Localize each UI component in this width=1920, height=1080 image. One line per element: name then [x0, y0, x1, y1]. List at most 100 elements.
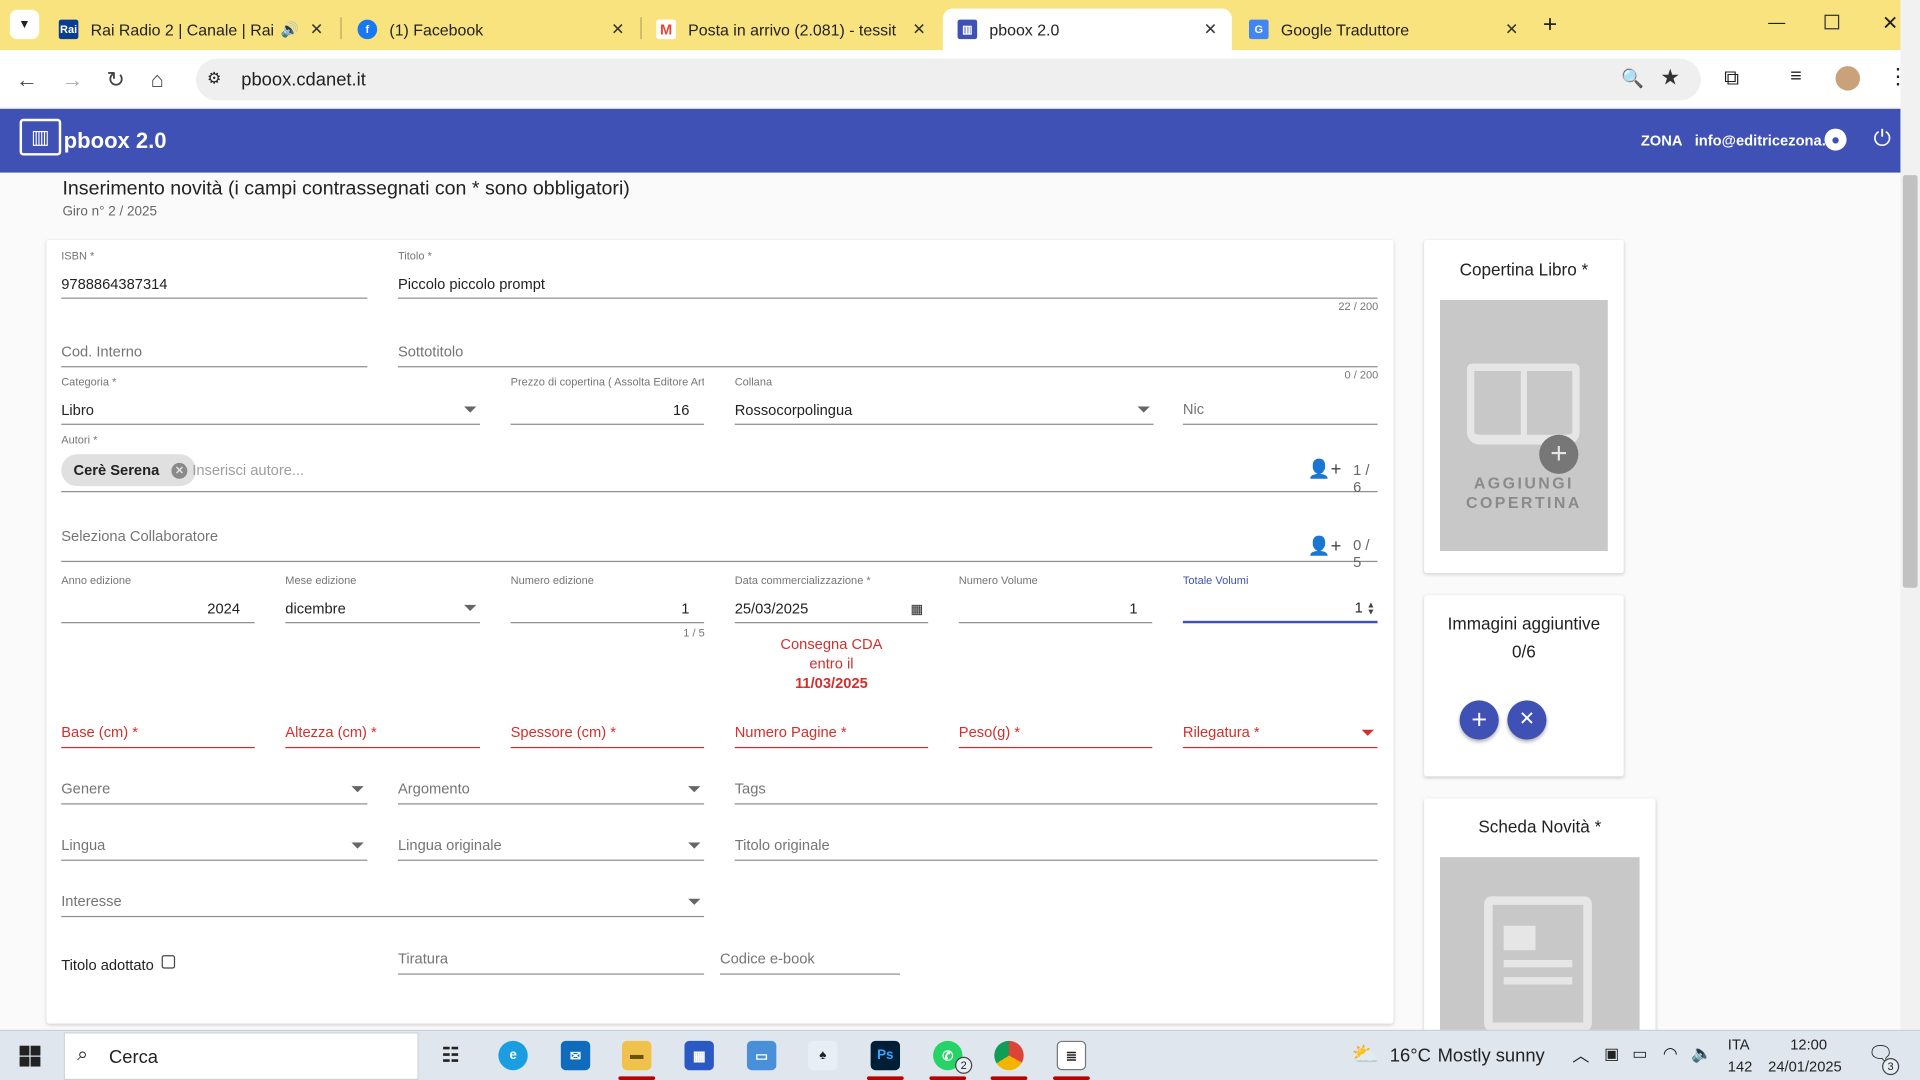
- titolo-field[interactable]: Titolo * Piccolo piccolo prompt: [397, 250, 1378, 299]
- weather-icon[interactable]: ⛅: [1352, 1042, 1379, 1068]
- forward-icon[interactable]: →: [61, 67, 83, 91]
- back-icon[interactable]: ←: [16, 67, 38, 91]
- tiratura-field[interactable]: Tiratura: [397, 926, 705, 975]
- calendar-icon[interactable]: ▦: [911, 601, 924, 617]
- tab-rai[interactable]: Rai Rai Radio 2 | Canale | RaiPla 🔊 ✕: [44, 9, 338, 51]
- close-icon[interactable]: ✕: [912, 20, 925, 40]
- extensions-icon[interactable]: ⧉: [1724, 66, 1739, 90]
- pboox-logo[interactable]: ▥: [19, 118, 62, 156]
- site-info-icon[interactable]: ⚙: [207, 69, 221, 89]
- weather-temp[interactable]: 16°C: [1390, 1046, 1431, 1067]
- data-commercializzazione-field[interactable]: Data commercializzazione * 25/03/2025 ▦: [734, 574, 929, 624]
- tags-field[interactable]: Tags: [734, 756, 1378, 805]
- control-panel-icon[interactable]: ▭: [746, 1040, 777, 1071]
- new-tab-button[interactable]: +: [1543, 11, 1557, 38]
- collaboratore-field[interactable]: Seleziona Collaboratore 👤+ 0 / 5: [61, 511, 1378, 571]
- argomento-select[interactable]: Argomento: [397, 756, 705, 805]
- wifi-icon[interactable]: ◠: [1663, 1043, 1678, 1064]
- close-icon[interactable]: ✕: [611, 20, 624, 40]
- minimize-button[interactable]: —: [1768, 12, 1785, 32]
- speaker-icon[interactable]: 🔊: [280, 21, 298, 38]
- windows-start-icon[interactable]: [19, 1045, 41, 1067]
- close-window-button[interactable]: ✕: [1882, 11, 1898, 35]
- meet-icon[interactable]: ▣: [1604, 1044, 1619, 1064]
- remove-chip-icon[interactable]: ✕: [171, 462, 188, 479]
- add-scheda-area[interactable]: [1440, 857, 1640, 1041]
- stepper-icon[interactable]: ▲ ▼: [1367, 601, 1375, 617]
- close-icon[interactable]: ✕: [1505, 20, 1518, 40]
- home-icon[interactable]: ⌂: [151, 67, 164, 91]
- author-input[interactable]: Inserisci autore...: [192, 462, 304, 479]
- tab-pboox[interactable]: ▥ pboox 2.0 ✕: [942, 8, 1232, 51]
- page-scrollbar[interactable]: [1900, 172, 1920, 1030]
- sottotitolo-field[interactable]: Sottotitolo: [397, 318, 1378, 368]
- tab-facebook[interactable]: f (1) Facebook ✕: [343, 9, 639, 51]
- genere-select[interactable]: Genere: [61, 756, 368, 805]
- rilegatura-select[interactable]: Rilegatura *: [1182, 699, 1378, 749]
- volume-icon[interactable]: 🔈: [1691, 1043, 1712, 1064]
- isbn-field[interactable]: ISBN * 9788864387314: [61, 250, 368, 299]
- totale-volumi-field[interactable]: Totale Volumi 1 ▲ ▼: [1182, 574, 1378, 624]
- zoom-icon[interactable]: 🔍: [1621, 67, 1644, 90]
- spessore-field[interactable]: Spessore (cm) *: [510, 699, 705, 749]
- add-person-icon[interactable]: 👤+: [1308, 535, 1342, 557]
- remove-images-button[interactable]: ✕: [1507, 700, 1547, 740]
- star-icon[interactable]: ★: [1660, 65, 1680, 91]
- profile-avatar[interactable]: [1835, 66, 1861, 91]
- taskbar-search[interactable]: ⌕ Cerca: [63, 1032, 419, 1080]
- taskbar-search-placeholder: Cerca: [108, 1046, 158, 1068]
- task-view-icon[interactable]: ☷: [436, 1041, 465, 1070]
- mese-edizione-select[interactable]: Mese edizione dicembre: [285, 574, 481, 624]
- mail-icon[interactable]: ✉: [560, 1040, 591, 1071]
- altezza-field[interactable]: Altezza (cm) *: [285, 699, 481, 749]
- numero-pagine-field[interactable]: Numero Pagine *: [734, 699, 929, 749]
- media-icon[interactable]: ≡: [1790, 66, 1801, 88]
- add-person-icon[interactable]: 👤+: [1308, 458, 1342, 480]
- nic-field[interactable]: Nic: [1182, 376, 1378, 425]
- add-image-button[interactable]: +: [1459, 700, 1499, 740]
- clock-date[interactable]: 24/01/2025: [1768, 1058, 1842, 1075]
- cod-interno-field[interactable]: Cod. Interno: [61, 318, 368, 368]
- photoshop-icon[interactable]: Ps: [870, 1040, 901, 1071]
- notepad-icon[interactable]: ≣: [1056, 1040, 1087, 1071]
- prezzo-field[interactable]: Prezzo di copertina ( Assolta Editore Ar…: [510, 376, 705, 425]
- edge-icon[interactable]: e: [498, 1040, 528, 1071]
- restore-button[interactable]: [1824, 14, 1840, 30]
- chevron-up-icon[interactable]: ︿: [1572, 1043, 1589, 1067]
- lingua-originale-select[interactable]: Lingua originale: [397, 812, 705, 861]
- interesse-select[interactable]: Interesse: [61, 868, 705, 918]
- user-email[interactable]: info@editricezona.it: [1695, 132, 1835, 149]
- close-icon[interactable]: ✕: [310, 20, 323, 40]
- account-icon[interactable]: ●: [1824, 128, 1847, 151]
- codice-ebook-field[interactable]: Codice e-book: [720, 926, 901, 975]
- titolo-adottato-checkbox[interactable]: [161, 955, 176, 969]
- lang-indicator[interactable]: ITA: [1728, 1036, 1750, 1053]
- categoria-select[interactable]: Categoria * Libro: [61, 376, 481, 425]
- tab-translate[interactable]: G Google Traduttore ✕: [1234, 9, 1533, 51]
- base-field[interactable]: Base (cm) *: [61, 699, 255, 749]
- tab-gmail[interactable]: M Posta in arrivo (2.081) - tessitore ✕: [642, 9, 941, 51]
- address-bar[interactable]: ⚙ pboox.cdanet.it 🔍 ★: [195, 58, 1701, 101]
- scrollbar-thumb[interactable]: [1902, 175, 1918, 588]
- numero-volume-field[interactable]: Numero Volume 1: [958, 574, 1153, 624]
- tab-search-button[interactable]: ▼: [9, 9, 40, 40]
- file-explorer-icon[interactable]: ▬: [622, 1040, 652, 1071]
- weather-desc[interactable]: Mostly sunny: [1438, 1046, 1545, 1067]
- author-chip[interactable]: Cerè Serena ✕: [61, 454, 196, 487]
- solitaire-icon[interactable]: ♠: [808, 1040, 838, 1071]
- peso-field[interactable]: Peso(g) *: [958, 699, 1153, 749]
- battery-icon[interactable]: ▭: [1632, 1044, 1647, 1064]
- titolo-originale-field[interactable]: Titolo originale: [734, 812, 1378, 861]
- add-cover-area[interactable]: + AGGIUNGI COPERTINA: [1440, 300, 1608, 552]
- autori-field[interactable]: Autori * Cerè Serena ✕ Inserisci autore.…: [61, 433, 1378, 496]
- numero-edizione-field[interactable]: Numero edizione 1: [510, 574, 705, 624]
- store-icon[interactable]: ▦: [684, 1040, 714, 1071]
- close-icon[interactable]: ✕: [1204, 20, 1217, 40]
- collana-select[interactable]: Collana Rossocorpolingua: [734, 376, 1154, 425]
- lingua-select[interactable]: Lingua: [61, 812, 368, 861]
- power-icon[interactable]: ⏻: [1873, 126, 1890, 152]
- clock-time[interactable]: 12:00: [1790, 1036, 1827, 1053]
- chrome-icon[interactable]: [994, 1040, 1024, 1071]
- reload-icon[interactable]: ↻: [107, 67, 125, 91]
- anno-edizione-field[interactable]: Anno edizione 2024: [61, 574, 255, 624]
